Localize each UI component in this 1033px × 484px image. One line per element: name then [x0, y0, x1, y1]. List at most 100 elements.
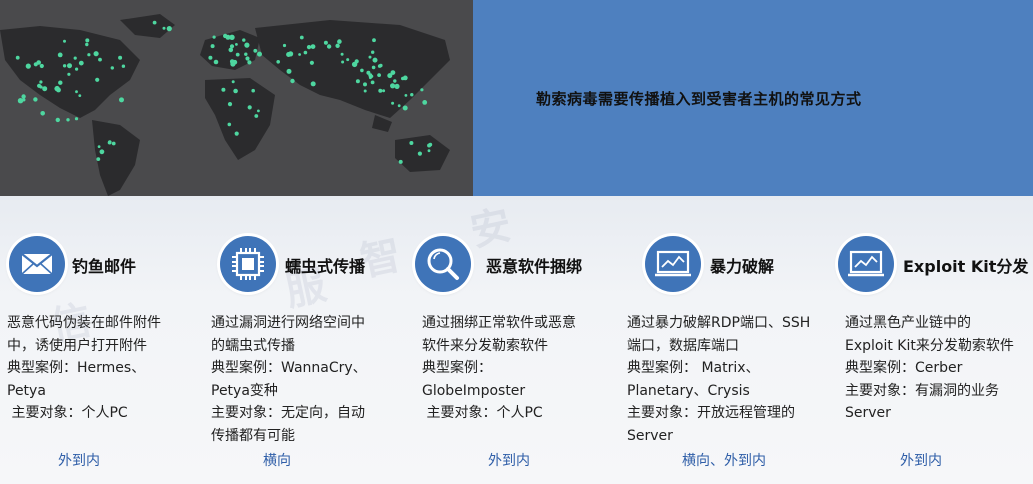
- infection-dot: [227, 102, 233, 107]
- infection-dot: [228, 47, 234, 53]
- description-line: 通过捆绑正常软件或恶意: [422, 315, 576, 331]
- method-bundling: 恶意软件捆绑 通过捆绑正常软件或恶意 软件来分发勒索软件 典型案例： Globe…: [410, 196, 620, 484]
- infection-dot: [67, 72, 71, 76]
- infection-dot: [335, 43, 340, 48]
- infection-dot: [372, 57, 378, 63]
- infection-dot: [310, 44, 316, 49]
- infection-dot: [78, 60, 84, 66]
- description-line: Server: [845, 405, 891, 421]
- spread-direction: 外到内: [900, 453, 942, 469]
- infection-dot: [62, 64, 67, 68]
- infection-dot: [37, 83, 42, 88]
- method-description: 恶意代码伪装在邮件附件 中，诱使用户打开附件 典型案例：Hermes、 Pety…: [7, 312, 161, 425]
- infection-dot: [39, 63, 44, 69]
- spread-direction: 外到内: [58, 453, 100, 469]
- method-title: 暴力破解: [710, 257, 775, 276]
- infection-dot: [85, 42, 89, 47]
- description-line: 主要对象：个人PC: [422, 405, 543, 421]
- infection-dot: [85, 38, 90, 43]
- infection-dot: [428, 142, 433, 147]
- infection-dot: [363, 89, 367, 93]
- infection-dot: [382, 89, 386, 93]
- infection-dot: [42, 86, 48, 92]
- infection-dot: [257, 109, 260, 113]
- infection-dot: [66, 118, 70, 122]
- description-line: 的蠕虫式传播: [211, 337, 295, 354]
- method-description: 通过漏洞进行网络空间中 的蠕虫式传播 典型案例：WannaCry、 Petya变…: [211, 312, 367, 447]
- monitor-chart-icon: [838, 236, 894, 292]
- infection-dot: [95, 77, 100, 82]
- infection-dot: [99, 149, 105, 155]
- description-line: 典型案例：WannaCry、: [211, 360, 367, 376]
- description-line: Planetary、Crysis: [627, 382, 750, 399]
- description-line: 软件来分发勒索软件: [422, 337, 548, 354]
- infection-dot: [286, 68, 292, 74]
- infection-dot: [22, 98, 26, 102]
- method-brute-force: 暴力破解 通过暴力破解RDP端口、SSH 端口，数据库端口 典型案例： Matr…: [620, 196, 830, 484]
- monitor-chart-icon: [645, 236, 701, 292]
- infection-dot: [36, 60, 41, 65]
- infection-dot: [208, 55, 213, 60]
- infection-dot: [75, 67, 79, 71]
- infection-dot: [370, 80, 375, 85]
- infection-dot: [210, 44, 215, 49]
- infection-dot: [251, 88, 255, 93]
- method-exploit-kit: Exploit Kit分发 通过黑色产业链中的 Exploit Kit来分发勒索…: [830, 196, 1033, 484]
- infection-dot: [233, 88, 238, 94]
- infection-dot: [107, 140, 112, 145]
- infection-dot: [371, 65, 376, 70]
- infection-dot: [253, 48, 258, 53]
- infection-dot: [337, 39, 342, 44]
- method-title: 蠕虫式传播: [285, 257, 366, 276]
- infection-dot: [398, 159, 403, 164]
- infection-dot: [223, 33, 228, 39]
- infection-dot: [229, 34, 235, 40]
- world-map-graphic: [0, 14, 450, 196]
- infection-dot: [93, 51, 99, 57]
- infection-dot: [355, 79, 360, 84]
- infection-dot: [410, 93, 414, 97]
- description-line: 通过暴力破解RDP端口、SSH: [627, 315, 811, 331]
- infection-dot: [409, 141, 414, 145]
- infection-dot: [247, 105, 252, 110]
- infection-dot: [323, 40, 328, 45]
- infection-dot: [310, 81, 316, 87]
- magnifier-icon: [415, 236, 471, 292]
- method-description: 通过暴力破解RDP端口、SSH 端口，数据库端口 典型案例： Matrix、 P…: [627, 312, 810, 447]
- infection-dot: [63, 39, 66, 43]
- infection-dot: [346, 58, 350, 62]
- infection-dot: [25, 63, 31, 69]
- infection-dot: [111, 141, 116, 146]
- infection-dot: [87, 53, 91, 57]
- infection-dot: [420, 88, 424, 92]
- description-line: 通过黑色产业链中的: [845, 315, 971, 331]
- infection-dot: [74, 117, 79, 121]
- infection-dot: [73, 56, 77, 60]
- description-line: 传播都有可能: [211, 427, 295, 444]
- infection-dot: [33, 97, 38, 102]
- method-description: 通过捆绑正常软件或恶意 软件来分发勒索软件 典型案例： GlobeImposte…: [422, 312, 576, 425]
- infection-dot: [427, 149, 431, 153]
- infection-dot: [372, 38, 376, 43]
- page-title: 勒索病毒需要传播植入到受害者主机的常见方式: [536, 90, 862, 108]
- methods-section: 信 服 智 安 钓鱼邮件 恶意代码伪装在邮件附件 中，诱使用户打开附件 典型案例…: [0, 196, 1033, 484]
- infection-dot: [234, 131, 239, 136]
- method-worm: 蠕虫式传播 通过漏洞进行网络空间中 的蠕虫式传播 典型案例：WannaCry、 …: [205, 196, 410, 484]
- infection-dot: [96, 157, 101, 162]
- description-line: 恶意代码伪装在邮件附件: [7, 315, 161, 331]
- infection-dot: [119, 97, 124, 103]
- infection-dot: [235, 43, 238, 46]
- infection-dot: [78, 94, 82, 97]
- infection-dot: [370, 74, 374, 78]
- infection-dot: [244, 42, 250, 48]
- infection-dot: [162, 26, 166, 30]
- infection-dot: [213, 59, 219, 65]
- description-line: 中，诱使用户打开附件: [7, 337, 147, 354]
- world-map-image: [0, 0, 473, 196]
- description-line: GlobeImposter: [422, 382, 526, 399]
- spread-direction: 横向: [263, 453, 291, 469]
- infection-dot: [299, 35, 304, 40]
- infection-dot: [377, 64, 382, 68]
- infection-dot: [309, 60, 314, 65]
- infection-dot: [75, 90, 78, 94]
